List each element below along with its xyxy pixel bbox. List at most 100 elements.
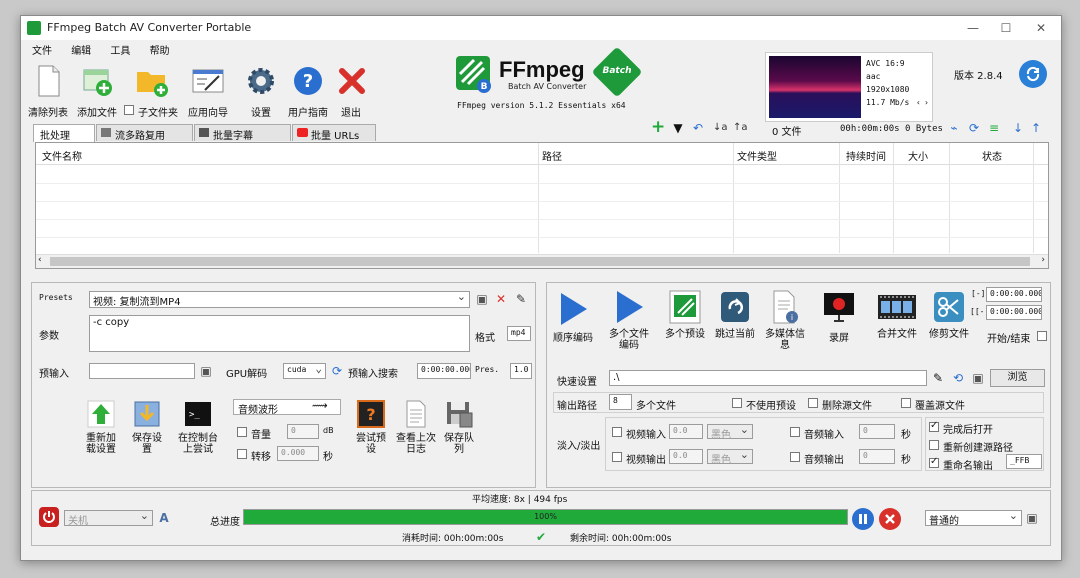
tab-stream-mux[interactable]: 流多路复用 bbox=[96, 124, 193, 141]
menu-edit[interactable]: 编辑 bbox=[71, 42, 91, 57]
col-file-type[interactable]: 文件类型 bbox=[737, 148, 777, 163]
save-path-icon[interactable]: ▣ bbox=[971, 371, 985, 385]
save-pre-input-icon[interactable]: ▣ bbox=[199, 364, 213, 378]
audio-out-input[interactable]: 0 bbox=[859, 449, 895, 464]
menu-tools[interactable]: 工具 bbox=[110, 42, 130, 57]
add-files-button[interactable]: 添加文件 bbox=[75, 64, 119, 119]
multi-file-encode-button[interactable]: 多个文件编码 bbox=[609, 289, 649, 351]
video-in-checkbox[interactable] bbox=[612, 427, 622, 437]
start-end-checkbox[interactable] bbox=[1037, 331, 1047, 341]
audio-in-input[interactable]: 0 bbox=[859, 424, 895, 439]
video-out-input[interactable]: 0.0 bbox=[669, 449, 703, 464]
concat-files-button[interactable]: 合并文件 bbox=[877, 289, 917, 340]
preview-next-icon[interactable]: › bbox=[924, 96, 929, 109]
gpu-decode-select[interactable]: cuda bbox=[283, 363, 326, 379]
scroll-left-icon[interactable]: ‹ bbox=[38, 255, 42, 265]
subfolder-toggle[interactable]: 子文件夹 bbox=[122, 64, 182, 119]
save-queue-button[interactable]: 保存队列 bbox=[442, 399, 476, 455]
delete-preset-icon[interactable]: ✕ bbox=[494, 292, 508, 306]
pause-button[interactable] bbox=[852, 508, 874, 530]
reload-settings-button[interactable]: 重新加载设置 bbox=[82, 399, 120, 455]
tab-batch-subtitles[interactable]: 批量字幕 bbox=[194, 124, 291, 141]
update-refresh-button[interactable] bbox=[1019, 60, 1047, 88]
move-up-icon[interactable]: ↑ bbox=[1029, 121, 1043, 135]
clear-list-button[interactable]: 清除列表 bbox=[26, 64, 70, 119]
audio-waveform-select[interactable]: 音频波形 ⟿ bbox=[233, 399, 341, 415]
horizontal-scrollbar[interactable]: ‹ › bbox=[36, 254, 1048, 268]
output-count-stepper[interactable]: 8 bbox=[609, 394, 632, 410]
shift-checkbox[interactable] bbox=[237, 449, 247, 459]
audio-out-checkbox[interactable] bbox=[790, 452, 800, 462]
video-in-input[interactable]: 0.0 bbox=[669, 424, 703, 439]
audio-in-checkbox[interactable] bbox=[790, 427, 800, 437]
rename-suffix-input[interactable]: _FFB bbox=[1006, 454, 1042, 469]
shift-input[interactable]: 0.000 bbox=[277, 446, 319, 461]
presets-select[interactable]: 视频: 复制流到MP4 bbox=[89, 291, 470, 308]
video-out-checkbox[interactable] bbox=[612, 452, 622, 462]
shutdown-select[interactable]: 关机 bbox=[64, 510, 153, 526]
browse-button[interactable]: 浏览 bbox=[990, 369, 1045, 387]
video-out-color-select[interactable]: 黑色 bbox=[707, 449, 753, 464]
multi-preset-button[interactable]: 多个预设 bbox=[665, 289, 705, 340]
try-console-button[interactable]: >_ 在控制台上尝试 bbox=[176, 399, 220, 455]
preview-prev-icon[interactable]: ‹ bbox=[916, 96, 921, 109]
font-size-icon[interactable]: A bbox=[157, 511, 171, 525]
edit-preset-icon[interactable]: ✎ bbox=[514, 292, 528, 306]
save-priority-icon[interactable]: ▣ bbox=[1025, 511, 1039, 525]
sequential-encode-button[interactable]: 顺序编码 bbox=[553, 289, 593, 344]
col-path[interactable]: 路径 bbox=[542, 148, 562, 163]
edit-path-icon[interactable]: ✎ bbox=[931, 371, 945, 385]
view-last-log-button[interactable]: 查看上次日志 bbox=[396, 399, 436, 455]
filter-icon[interactable]: ▼ bbox=[671, 121, 685, 135]
col-size[interactable]: 大小 bbox=[908, 148, 928, 163]
list-view-icon[interactable]: ≡ bbox=[987, 121, 1001, 135]
subfolder-checkbox[interactable] bbox=[124, 105, 134, 115]
video-in-color-select[interactable]: 黑色 bbox=[707, 424, 753, 439]
clean-icon[interactable]: ⌁ bbox=[947, 121, 961, 135]
refresh-list-icon[interactable]: ⟳ bbox=[967, 121, 981, 135]
file-list-table[interactable]: 文件名称 路径 文件类型 持续时间 大小 状态 ‹ › bbox=[35, 142, 1049, 269]
col-duration[interactable]: 持续时间 bbox=[846, 148, 886, 163]
add-item-icon[interactable]: + bbox=[651, 120, 665, 134]
sort-az-icon[interactable]: ↓a bbox=[713, 121, 727, 135]
save-settings-button[interactable]: 保存设置 bbox=[132, 399, 162, 455]
volume-checkbox[interactable] bbox=[237, 427, 247, 437]
app-wizard-button[interactable]: 应用向导 bbox=[185, 64, 231, 119]
pre-search-time-input[interactable]: 0:00:00.000 bbox=[417, 363, 471, 379]
volume-input[interactable]: 0 bbox=[287, 424, 319, 439]
try-preset-button[interactable]: ? 尝试预设 bbox=[354, 399, 388, 455]
user-guide-button[interactable]: ? 用户指南 bbox=[287, 64, 329, 119]
move-down-icon[interactable]: ↓ bbox=[1011, 121, 1025, 135]
scroll-right-icon[interactable]: › bbox=[1041, 255, 1045, 265]
col-status[interactable]: 状态 bbox=[982, 148, 1002, 163]
maximize-button[interactable]: ☐ bbox=[991, 19, 1021, 37]
overwrite-source-checkbox[interactable] bbox=[901, 398, 911, 408]
undo-icon[interactable]: ↶ bbox=[691, 121, 705, 135]
shutdown-power-button[interactable] bbox=[39, 507, 59, 527]
pre-search-refresh-icon[interactable]: ⟳ bbox=[330, 364, 344, 378]
recreate-path-checkbox[interactable] bbox=[929, 440, 939, 450]
priority-select[interactable]: 普通的 bbox=[925, 510, 1022, 526]
pre-input-field[interactable] bbox=[89, 363, 195, 379]
menu-file[interactable]: 文件 bbox=[32, 42, 52, 57]
trim-file-button[interactable]: 修剪文件 bbox=[929, 289, 969, 340]
params-textarea[interactable]: -c copy bbox=[89, 315, 470, 352]
sort-za-icon[interactable]: ↑a bbox=[733, 121, 747, 135]
quick-settings-input[interactable]: .\ bbox=[609, 370, 927, 386]
pres-input[interactable]: 1.0 bbox=[510, 363, 532, 379]
media-info-button[interactable]: i 多媒体信息 bbox=[763, 289, 807, 351]
col-file-name[interactable]: 文件名称 bbox=[42, 148, 82, 163]
tab-batch[interactable]: 批处理 bbox=[33, 124, 95, 142]
no-preset-checkbox[interactable] bbox=[732, 398, 742, 408]
minimize-button[interactable]: — bbox=[958, 19, 988, 37]
settings-button[interactable]: 设置 bbox=[243, 64, 279, 119]
screen-record-button[interactable]: 录屏 bbox=[819, 289, 859, 344]
skip-current-button[interactable]: 跳过当前 bbox=[715, 289, 755, 340]
delete-source-checkbox[interactable] bbox=[808, 398, 818, 408]
stop-button[interactable] bbox=[879, 508, 901, 530]
menu-help[interactable]: 帮助 bbox=[150, 42, 170, 57]
close-window-button[interactable]: ✕ bbox=[1026, 19, 1056, 37]
exit-button[interactable]: 退出 bbox=[335, 64, 367, 119]
end-time-input[interactable]: 0:00:00.000 bbox=[986, 305, 1042, 320]
scrollbar-thumb[interactable] bbox=[50, 257, 1030, 266]
